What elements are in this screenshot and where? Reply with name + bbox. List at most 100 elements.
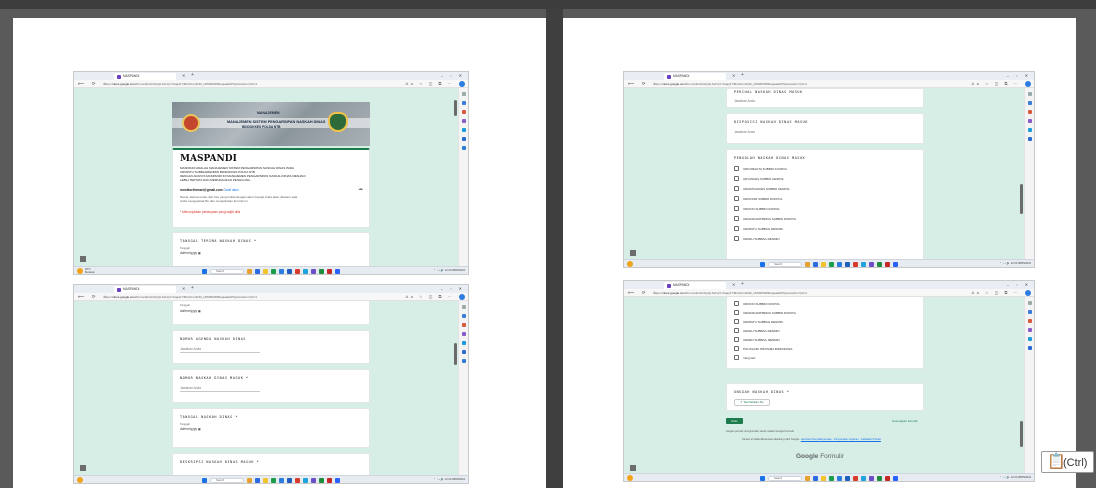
checkbox-option[interactable]: URREN SUBBAG RENMIN [734,337,780,342]
app-icon[interactable] [813,261,818,267]
copilot-icon[interactable] [459,81,465,87]
submit-button[interactable]: Kirim [726,418,743,424]
add-file-button[interactable]: ⇪ Tambahkan file [734,399,770,406]
app-icon[interactable] [805,475,810,481]
start-icon[interactable] [202,477,207,483]
games-icon[interactable] [462,128,466,132]
checkbox[interactable] [734,310,739,315]
answer-input[interactable]: Jawaban Anda [734,99,755,103]
games-icon[interactable] [462,341,466,345]
checkbox-option[interactable]: URKOMAHTA SUBBID KOOPOL [734,166,787,171]
app-icon[interactable] [327,268,332,274]
app-icon[interactable] [861,475,866,481]
shopping-icon[interactable] [1028,319,1032,323]
address-bar[interactable]: https://docs.google.com/forms/d/e/1FAIpQ… [104,295,257,299]
app-icon[interactable] [255,268,260,274]
app-icon[interactable] [845,261,850,267]
app-icon[interactable] [829,475,834,481]
new-tab-icon[interactable]: + [191,72,194,78]
calendar-icon[interactable]: ▦ [198,251,201,255]
copilot-icon[interactable] [1025,290,1031,296]
app-icon[interactable] [869,261,874,267]
app-icon[interactable] [853,475,858,481]
app-icon[interactable] [885,475,890,481]
checkbox[interactable] [734,355,739,360]
scrollbar[interactable] [1020,421,1023,447]
calendar-icon[interactable]: ▦ [198,427,201,431]
checkbox-option[interactable]: URKESKAMTIBMAS SUBBID DOKPOL [734,216,796,221]
app-icon[interactable] [327,477,332,483]
browser-tab[interactable]: MASPANDI [664,282,726,289]
app-icon[interactable] [287,477,292,483]
app-icon[interactable] [271,268,276,274]
app-icon[interactable] [303,477,308,483]
outlook-icon[interactable] [462,146,466,150]
checkbox-option[interactable]: URKEU SUBBAG RENMIN [734,236,780,241]
checkbox[interactable] [734,166,739,171]
app-icon[interactable] [319,477,324,483]
window-controls[interactable]: – ▫ ✕ [441,286,465,291]
checkbox[interactable] [734,186,739,191]
app-icon[interactable] [877,261,882,267]
app-icon[interactable] [877,475,882,481]
app-icon[interactable] [295,268,300,274]
date-input[interactable]: dd/mm/yyyy ▦ [180,427,201,431]
system-tray[interactable]: ⌃ ◔ ⌁ 🔊 12:20 08/05/2024 [999,476,1031,479]
office-icon[interactable] [1028,346,1032,350]
checkbox-option[interactable]: URMATFASKES SUBBID KESPOL [734,186,790,191]
copilot-sidebar-icon[interactable] [1028,310,1032,314]
checkbox[interactable] [734,196,739,201]
start-icon[interactable] [760,261,765,267]
tools-icon[interactable] [1028,328,1032,332]
checkbox[interactable] [734,319,739,324]
browser-tab[interactable]: MASPANDI [664,73,726,80]
window-controls[interactable]: – ▫ ✕ [441,73,465,78]
close-tab-icon[interactable]: ✕ [182,73,185,78]
checkbox-option[interactable]: POLIKLINIK PRATAMA BIDDOKKES [734,346,792,351]
checkbox-option[interactable]: URMINTU SUBBAG RENMIN [734,226,783,231]
answer-input[interactable]: Jawaban Anda [180,347,201,351]
search-icon[interactable] [462,92,466,96]
browser-tab[interactable]: MASPANDI [114,286,176,293]
system-tray[interactable]: ⌃ ◔ ⌁ 🔊 12:20 08/05/2024 [999,262,1031,265]
scrollbar[interactable] [1020,184,1023,214]
new-tab-icon[interactable]: + [741,72,744,78]
weather-icon[interactable] [77,477,83,483]
checkbox[interactable] [734,346,739,351]
weather-icon[interactable] [77,268,83,274]
checkbox[interactable] [734,301,739,306]
new-tab-icon[interactable]: + [741,281,744,287]
system-tray[interactable]: ⌃ ◔ ⌁ 🔊 12:20 08/05/2024 [433,269,465,272]
office-icon[interactable] [462,350,466,354]
weather-icon[interactable] [627,475,633,481]
app-icon[interactable] [303,268,308,274]
app-icon[interactable] [311,268,316,274]
checkbox-option[interactable]: URDOKIM SUBBID DOKPOL [734,196,783,201]
app-icon[interactable] [311,477,316,483]
app-icon[interactable] [869,475,874,481]
checkbox[interactable] [734,328,739,333]
taskbar-search[interactable]: Search [210,268,244,274]
close-tab-icon[interactable]: ✕ [732,73,735,78]
answer-input[interactable]: Jawaban Anda [734,130,755,134]
answer-input[interactable]: Jawaban Anda [180,386,201,390]
app-icon[interactable] [885,261,890,267]
app-icon[interactable] [829,261,834,267]
copilot-icon[interactable] [1025,81,1031,87]
date-input[interactable]: dd/mm/yyyy ▦ [180,251,201,255]
toolbar-icons[interactable]: Aa ☆ ◫ ⧉ ⋯ [971,290,1020,295]
checkbox-option[interactable]: URMINTU SUBBAG RENMIN [734,319,783,324]
tools-icon[interactable] [462,332,466,336]
app-icon[interactable] [893,261,898,267]
app-icon[interactable] [861,261,866,267]
scrollbar[interactable] [454,100,457,116]
taskbar-search[interactable]: Search [210,477,244,483]
checkbox-option-other[interactable]: Yang lain: [734,355,756,360]
browser-tab[interactable]: MASPANDI [114,73,176,80]
edge-icon[interactable] [279,268,284,274]
outlook-icon[interactable] [462,359,466,363]
checkbox-option[interactable]: URDOKI SUBBID DOKPOL [734,206,780,211]
scrollbar[interactable] [454,343,457,365]
checkbox-option[interactable]: URDOKI SUBBID DOKPOL [734,301,780,306]
tools-icon[interactable] [1028,119,1032,123]
